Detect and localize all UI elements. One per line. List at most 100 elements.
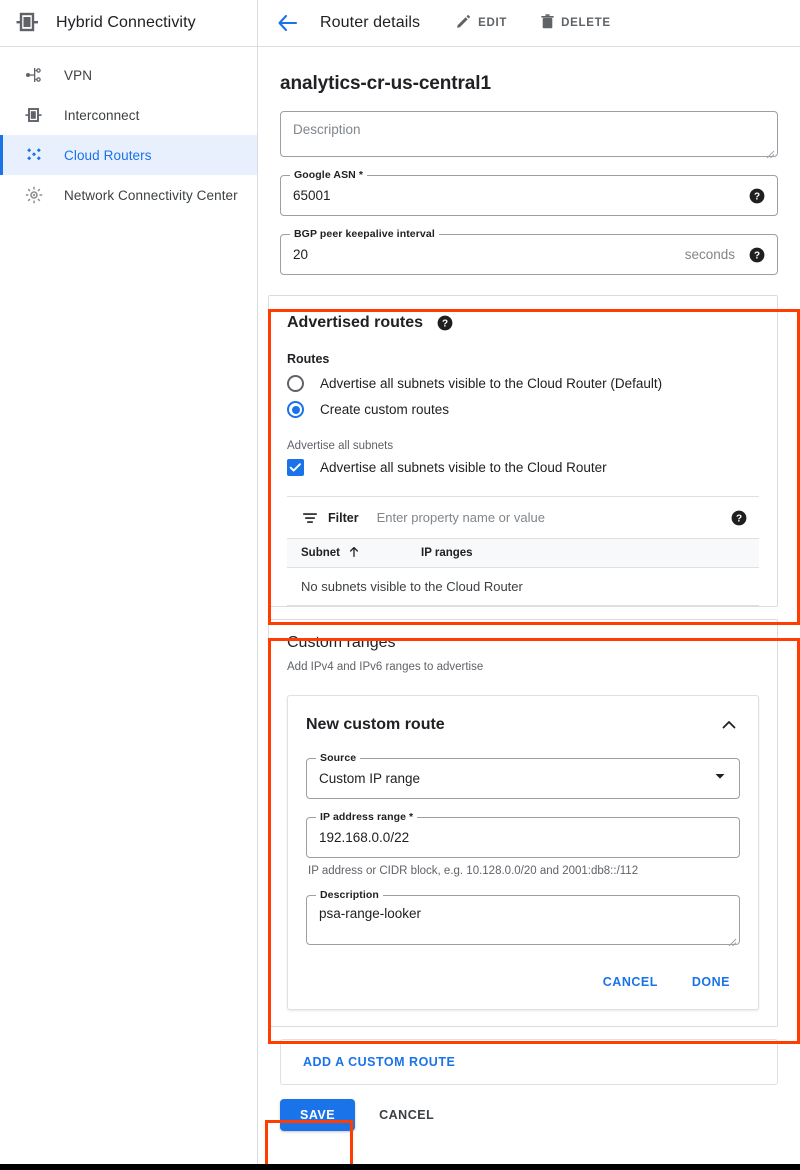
google-asn-field[interactable]: Google ASN * 65001 ? (280, 175, 778, 216)
help-icon[interactable]: ? (731, 510, 747, 526)
help-icon[interactable]: ? (749, 247, 765, 263)
toolbar-actions: EDIT DELETE (448, 8, 619, 38)
sidebar-item-interconnect[interactable]: Interconnect (0, 95, 257, 135)
content-area: analytics-cr-us-central1 Description (258, 47, 800, 1131)
cloud-router-icon (24, 145, 44, 165)
help-icon[interactable]: ? (749, 188, 765, 204)
svg-text:?: ? (736, 513, 742, 524)
delete-label: DELETE (561, 17, 611, 29)
subnets-table: Filter Enter property name or value ? Su… (287, 496, 759, 606)
new-custom-route-header: New custom route (306, 714, 740, 736)
filter-label: Filter (328, 511, 359, 525)
resource-fields: Description Google ASN * 65001 (258, 111, 800, 275)
radio-selected-icon (287, 401, 304, 418)
arrow-up-icon (348, 546, 360, 561)
filter-icon (301, 509, 319, 527)
sidebar-header: Hybrid Connectivity (0, 0, 257, 47)
delete-button[interactable]: DELETE (533, 8, 619, 38)
new-custom-route-card: New custom route Source Custom IP range (287, 695, 759, 1010)
bgp-keepalive-label: BGP peer keepalive interval (290, 228, 439, 240)
sidebar-title: Hybrid Connectivity (56, 14, 196, 32)
chevron-down-icon[interactable] (713, 769, 727, 788)
router-details-page: Hybrid Connectivity VPN (0, 0, 800, 1170)
sidebar-nav: VPN Interconnect (0, 47, 257, 215)
add-custom-route-button[interactable]: ADD A CUSTOM ROUTE (295, 1049, 463, 1075)
advertised-routes-title: Advertised routes (287, 314, 423, 332)
ip-address-range-field[interactable]: IP address range * 192.168.0.0/22 (306, 817, 740, 858)
table-empty-message: No subnets visible to the Cloud Router (287, 568, 759, 606)
cancel-custom-route-button[interactable]: CANCEL (593, 967, 668, 997)
bgp-keepalive-field[interactable]: BGP peer keepalive interval 20 seconds ? (280, 234, 778, 275)
help-icon[interactable]: ? (437, 315, 453, 331)
sidebar-item-cloud-routers[interactable]: Cloud Routers (0, 135, 257, 175)
checkbox-label: Advertise all subnets visible to the Clo… (320, 460, 607, 475)
description-field[interactable]: Description (280, 111, 778, 157)
source-label: Source (316, 752, 360, 764)
vpn-icon (24, 65, 44, 85)
advertise-all-subnets-label: Advertise all subnets (287, 440, 759, 452)
radio-label: Advertise all subnets visible to the Clo… (320, 376, 662, 391)
custom-ranges-title: Custom ranges (287, 634, 759, 652)
interconnect-icon (24, 105, 44, 125)
add-custom-route-row[interactable]: ADD A CUSTOM ROUTE (280, 1039, 778, 1085)
custom-ranges-subtitle: Add IPv4 and IPv6 ranges to advertise (287, 661, 759, 673)
sidebar-item-label: Cloud Routers (64, 148, 152, 163)
svg-text:?: ? (442, 319, 448, 330)
resize-handle-icon[interactable] (766, 146, 775, 155)
edit-label: EDIT (478, 17, 507, 29)
filter-input[interactable]: Enter property name or value (377, 510, 545, 525)
page-title: Router details (320, 14, 420, 32)
custom-route-description-value: psa-range-looker (319, 906, 421, 921)
table-filter-row[interactable]: Filter Enter property name or value ? (287, 497, 759, 538)
routes-label: Routes (287, 352, 759, 366)
radio-unselected-icon (287, 375, 304, 392)
trash-icon (541, 14, 554, 32)
network-hub-icon (24, 185, 44, 205)
new-custom-route-title: New custom route (306, 716, 445, 734)
ip-address-range-hint: IP address or CIDR block, e.g. 10.128.0.… (308, 865, 740, 877)
checkbox-advertise-all-subnets[interactable]: Advertise all subnets visible to the Clo… (287, 459, 759, 476)
interconnect-logo-icon (14, 11, 42, 35)
sidebar: Hybrid Connectivity VPN (0, 0, 258, 1170)
sidebar-item-vpn[interactable]: VPN (0, 55, 257, 95)
bgp-keepalive-value: 20 (293, 247, 308, 262)
custom-ranges-section: Custom ranges Add IPv4 and IPv6 ranges t… (268, 619, 778, 1027)
resize-handle-icon[interactable] (728, 934, 737, 943)
column-header-ip-ranges[interactable]: IP ranges (421, 547, 473, 559)
edit-button[interactable]: EDIT (448, 8, 515, 38)
back-arrow-icon[interactable] (274, 9, 302, 37)
advertised-routes-heading: Advertised routes ? (287, 314, 759, 332)
column-label: Subnet (301, 547, 340, 559)
column-header-subnet[interactable]: Subnet (301, 546, 421, 561)
sidebar-item-network-connectivity-center[interactable]: Network Connectivity Center (0, 175, 257, 215)
source-value: Custom IP range (319, 771, 420, 786)
resource-name: analytics-cr-us-central1 (258, 47, 800, 111)
new-custom-route-actions: CANCEL DONE (306, 967, 740, 997)
pencil-icon (456, 14, 471, 32)
radio-advertise-all-default[interactable]: Advertise all subnets visible to the Clo… (287, 375, 759, 392)
bgp-keepalive-suffix: seconds (685, 247, 735, 262)
custom-route-description-label: Description (316, 889, 383, 901)
sidebar-item-label: Network Connectivity Center (64, 188, 238, 203)
custom-route-description-field[interactable]: Description psa-range-looker (306, 895, 740, 945)
form-footer: SAVE CANCEL (258, 1085, 800, 1131)
checkbox-checked-icon (287, 459, 304, 476)
top-toolbar: Router details EDIT (258, 0, 800, 47)
source-select[interactable]: Source Custom IP range (306, 758, 740, 799)
main-panel: Router details EDIT (258, 0, 800, 1170)
sidebar-item-label: VPN (64, 68, 92, 83)
svg-text:?: ? (754, 191, 760, 202)
done-custom-route-button[interactable]: DONE (682, 967, 740, 997)
chevron-up-icon[interactable] (718, 714, 740, 736)
google-asn-label: Google ASN * (290, 169, 367, 181)
cancel-button[interactable]: CANCEL (367, 1099, 446, 1131)
radio-label: Create custom routes (320, 402, 449, 417)
table-header-row: Subnet IP ranges (287, 538, 759, 568)
bottom-bar (0, 1164, 800, 1170)
google-asn-value: 65001 (293, 188, 331, 203)
svg-text:?: ? (754, 250, 760, 261)
advertised-routes-section: Advertised routes ? Routes Advertise all… (268, 295, 778, 607)
save-button[interactable]: SAVE (280, 1099, 355, 1131)
radio-create-custom-routes[interactable]: Create custom routes (287, 401, 759, 418)
ip-address-range-value: 192.168.0.0/22 (319, 830, 409, 845)
